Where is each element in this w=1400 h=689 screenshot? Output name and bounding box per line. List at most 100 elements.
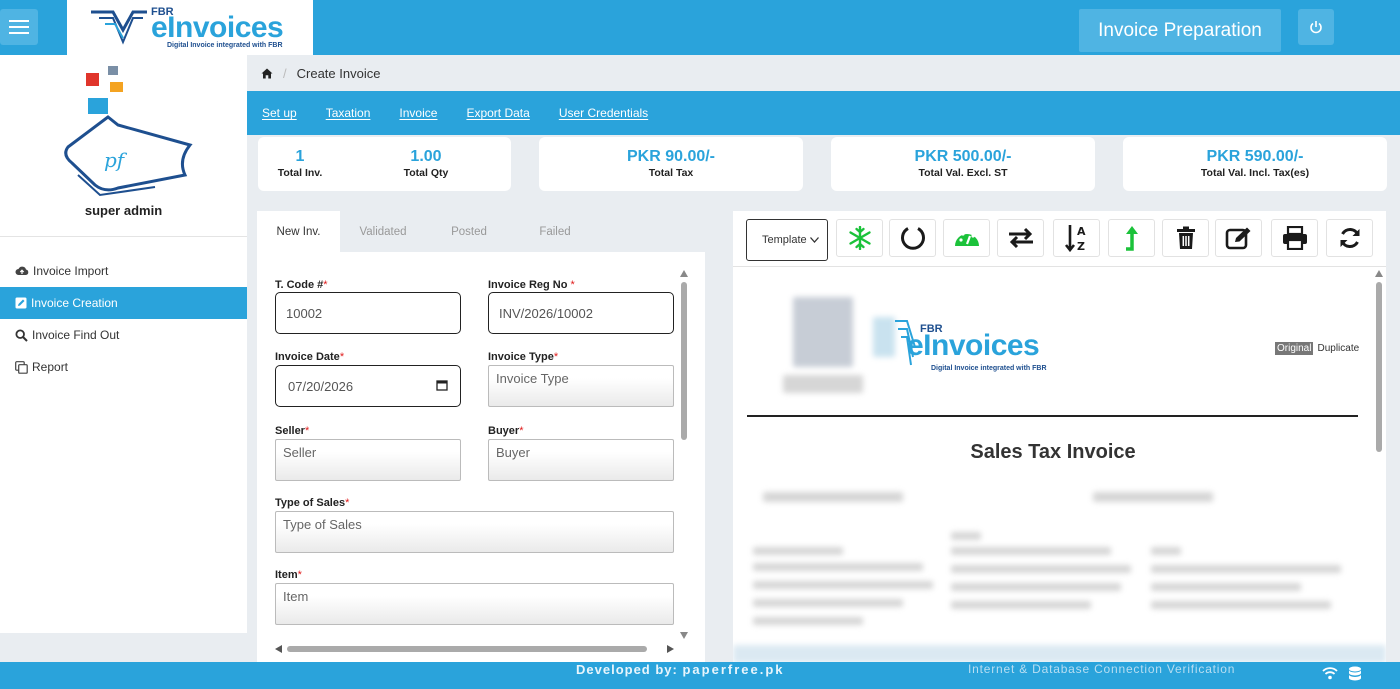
scroll-up-arrow-icon[interactable] (680, 270, 688, 277)
sidebar-item-label: Invoice Find Out (32, 328, 120, 342)
stat-value: PKR 90.00/- (626, 148, 716, 165)
template-select[interactable]: Template (746, 219, 828, 261)
stat-card-totals: 1 Total Inv. 1.00 Total Qty (258, 137, 511, 191)
sidebar-item-label: Invoice Creation (31, 296, 118, 310)
scroll-thumb[interactable] (287, 646, 647, 652)
svg-text:A: A (1077, 225, 1086, 238)
sidebar-item-invoice-find-out[interactable]: Invoice Find Out (0, 319, 247, 351)
level-up-icon (1125, 226, 1138, 251)
doc-blurred-text (951, 547, 1111, 555)
item-select[interactable]: Item (275, 583, 674, 625)
tab-new-inv[interactable]: New Inv. (257, 211, 340, 252)
delete-button[interactable] (1162, 219, 1209, 257)
refresh-icon (1340, 227, 1359, 249)
gauge-icon (954, 230, 979, 246)
hamburger-menu-button[interactable] (0, 9, 38, 45)
refresh-button[interactable] (1326, 219, 1373, 257)
freeze-button[interactable] (836, 219, 883, 257)
sort-alpha-down-icon: A Z (1064, 225, 1086, 253)
print-button[interactable] (1271, 219, 1318, 257)
sidebar-item-label: Report (32, 360, 69, 374)
copy-icon (15, 360, 28, 374)
t-code-input[interactable]: 10002 (275, 292, 461, 334)
invoice-form-panel: New Inv. Validated Posted Failed T. Code… (257, 211, 705, 662)
logo-word: eInvoices (151, 11, 284, 44)
upload-button[interactable] (1108, 219, 1155, 257)
logo-mark-icon (91, 10, 147, 45)
stat-label: Total Val. Excl. ST (918, 167, 1008, 179)
doc-blurred-text (1093, 492, 1213, 502)
swap-button[interactable] (997, 219, 1044, 257)
doc-blurred-text (1151, 565, 1341, 573)
company-logo-blurred (793, 297, 853, 367)
scroll-up-arrow-icon[interactable] (1375, 270, 1383, 277)
sidebar: pf super admin Invoice Import Invoice Cr… (0, 55, 247, 633)
subnav-taxation[interactable]: Taxation (326, 106, 371, 120)
edit-button[interactable] (1215, 219, 1262, 257)
circle-notch-icon (900, 227, 925, 250)
subnav-export-data[interactable]: Export Data (466, 106, 529, 120)
trash-icon (1176, 226, 1195, 249)
tab-posted[interactable]: Posted (426, 211, 512, 252)
doc-blurred-text (1151, 583, 1301, 591)
home-icon[interactable] (261, 68, 273, 79)
scroll-thumb[interactable] (681, 282, 687, 440)
scroll-down-arrow-icon[interactable] (680, 632, 688, 639)
copy-duplicate-tag[interactable]: Duplicate (1315, 342, 1361, 355)
doc-blurred-text (753, 617, 863, 625)
invoice-reg-no-input[interactable]: INV/2026/10002 (488, 292, 674, 334)
calendar-icon[interactable] (436, 379, 448, 391)
power-icon (1310, 21, 1322, 34)
invoice-type-select[interactable]: Invoice Type (488, 365, 674, 407)
sidebar-item-invoice-creation[interactable]: Invoice Creation (0, 287, 247, 319)
form-vertical-scrollbar[interactable] (680, 270, 688, 639)
buyer-select[interactable]: Buyer (488, 439, 674, 481)
doc-blurred-text (1151, 601, 1331, 609)
doc-blurred-table-header (733, 645, 1386, 662)
scroll-thumb[interactable] (1376, 282, 1382, 452)
sub-navigation: Set up Taxation Invoice Export Data User… (247, 91, 1400, 135)
form-horizontal-scrollbar[interactable] (275, 644, 675, 654)
subnav-user-credentials[interactable]: User Credentials (559, 106, 648, 120)
invoice-status-tabs: New Inv. Validated Posted Failed (257, 211, 705, 252)
invoice-preparation-button[interactable]: Invoice Preparation (1079, 9, 1281, 52)
doc-blurred-text (951, 565, 1131, 573)
invoice-date-input[interactable]: 07/20/2026 (275, 365, 461, 407)
preview-vertical-scrollbar[interactable] (1375, 270, 1383, 650)
subnav-setup[interactable]: Set up (262, 106, 297, 120)
footer: Developed by: paperfree.pk Internet & Da… (0, 662, 1400, 689)
doc-logo-word: eInvoices (907, 329, 1040, 362)
stat-value: 1.00 (410, 148, 442, 165)
copy-type-tags: Original Duplicate (1275, 342, 1361, 355)
dashboard-button[interactable] (943, 219, 990, 257)
wifi-icon (1322, 667, 1338, 680)
doc-logo-tagline: Digital Invoice integrated with FBR (931, 365, 1047, 372)
power-button[interactable] (1298, 9, 1334, 45)
tab-validated[interactable]: Validated (340, 211, 426, 252)
footer-connection-text: Internet & Database Connection Verificat… (968, 662, 1236, 676)
doc-blurred-text (951, 583, 1121, 591)
stat-total-qty: 1.00 Total Qty (386, 148, 466, 179)
invoice-preview-panel: Template A Z FBR eInvoices Digital Invoi… (733, 211, 1386, 662)
reset-circle-button[interactable] (889, 219, 936, 257)
stat-label: Total Tax (648, 167, 694, 179)
footer-developer-link[interactable]: paperfree.pk (682, 662, 784, 677)
invoice-date-value: 07/20/2026 (288, 378, 354, 394)
stat-card-total-incl: PKR 590.00/- Total Val. Incl. Tax(es) (1123, 137, 1387, 191)
tab-failed[interactable]: Failed (512, 211, 598, 252)
print-icon (1282, 226, 1307, 250)
stat-value: PKR 590.00/- (1206, 148, 1304, 165)
copy-original-tag[interactable]: Original (1275, 342, 1314, 355)
sort-az-button[interactable]: A Z (1053, 219, 1100, 257)
invoice-type-label: Invoice Type* (488, 351, 559, 363)
search-icon (15, 328, 28, 342)
seller-select[interactable]: Seller (275, 439, 461, 481)
sidebar-item-report[interactable]: Report (0, 351, 247, 383)
subnav-invoice[interactable]: Invoice (399, 106, 437, 120)
sidebar-item-invoice-import[interactable]: Invoice Import (0, 255, 247, 287)
scroll-right-arrow-icon[interactable] (667, 645, 674, 653)
scroll-left-arrow-icon[interactable] (275, 645, 282, 653)
type-of-sales-select[interactable]: Type of Sales (275, 511, 674, 553)
doc-blurred-text (951, 601, 1091, 609)
doc-blurred-text (763, 492, 903, 502)
